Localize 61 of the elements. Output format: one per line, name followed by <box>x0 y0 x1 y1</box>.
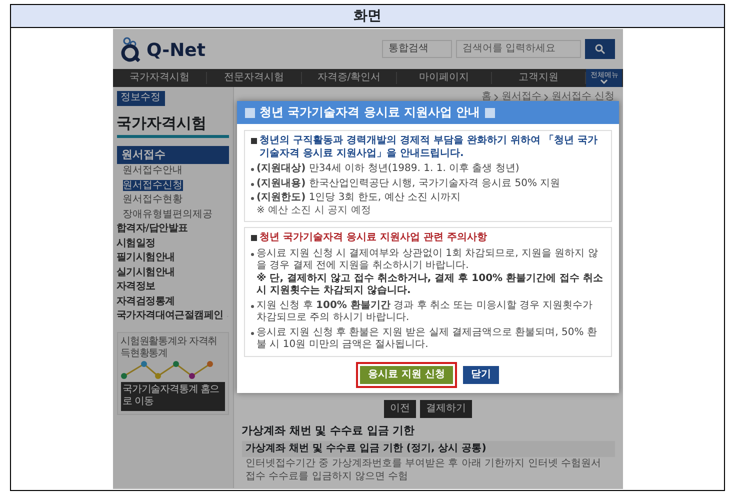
search-field[interactable]: 검색어를 입력하세요 <box>456 40 580 58</box>
table-header: 화면 <box>11 5 724 28</box>
search-button[interactable] <box>584 39 614 59</box>
nav-menu-item[interactable]: 전문자격시험 <box>207 72 302 84</box>
notice-item: (지원내용) 한국산업인력공단 시행, 국가기술자격 응시료 50% 지원 <box>256 178 560 190</box>
sidebar-menu-item[interactable]: 자격정보 <box>116 281 156 294</box>
bullet-icon <box>250 168 254 171</box>
bullet-icon <box>250 332 254 334</box>
nav-menu-item[interactable]: 자격증/확인서 <box>302 72 397 84</box>
chevron-down-icon <box>600 79 608 84</box>
square-icon <box>485 108 496 118</box>
breadcrumb-item[interactable]: 원서접수 신청 <box>551 91 614 104</box>
notice-item: 응시료 지원 신청 후 환불은 지원 받은 실제 결제금액으로 환불되며, 50% 환불 시 10원 미만의 금액은 절사됩니다. <box>256 326 598 352</box>
section-heading: 가상계좌 채번 및 수수료 입금 기한 <box>242 424 416 438</box>
notice-note: ※ 예산 소진 시 공지 예정 <box>256 204 372 217</box>
logo-icon <box>120 36 142 62</box>
notice-note: ※ 단, 결제하지 않고 접수 취소하거나, 결제 후 100% 환불기간에 접수 취소 시 지원횟수는 차감되지 않습니다. <box>256 272 604 298</box>
sidebar-menu-item[interactable]: 합격자/답안발표 <box>116 223 188 236</box>
bullet-icon <box>250 182 254 186</box>
sidebar-menu-item[interactable]: 필기시험안내 <box>116 252 175 264</box>
search-icon <box>594 44 604 54</box>
sidebar-title: 국가자격시험 <box>116 114 228 138</box>
apply-button[interactable]: 응시료 지원 신청 <box>360 366 453 384</box>
sidebar-menu-item[interactable]: 실기시험안내 <box>116 266 175 279</box>
sidebar-link[interactable]: 원서접수현황 <box>122 194 182 205</box>
notice-heading: 청년 국가기술자격 응시료 지원사업 관련 주의사항 <box>260 232 487 244</box>
edit-info-button[interactable]: 정보수정 <box>116 91 164 106</box>
nav-menu-item[interactable]: 마이페이지 <box>396 72 492 84</box>
bullet-icon <box>250 304 254 308</box>
sidebar-menu-item[interactable]: 시험일정 <box>116 238 156 250</box>
notice-item: 응시료 지원 신청 시 결제여부와 상관없이 1회 차감되므로, 지원을 원하지 않을 경우 결제 전에 지원을 취소하시기 바랍니다. <box>256 248 599 272</box>
chevron-right-icon <box>494 94 498 101</box>
nav-menu-item[interactable]: 국가자격시험 <box>112 72 208 84</box>
sidebar-link[interactable]: 원서접수안내 <box>122 165 182 176</box>
notice-item: (지원대상) 만34세 이하 청년(1989. 1. 1. 이후 출생 청년) <box>256 163 520 176</box>
search-scope-dropdown[interactable]: 통합검색 <box>382 40 452 58</box>
page-button[interactable]: 이전 <box>384 400 416 418</box>
bullet-icon <box>250 252 254 256</box>
chevron-right-icon <box>544 94 548 101</box>
sidebar-menu-item[interactable]: 자격검정통계 <box>116 296 175 308</box>
notice-heading: 청년의 구직활동과 경력개발의 경제적 부담을 완화하기 위하여 「청년 국가기술자격 응시료 지원사업」을 안내드립니다. <box>260 135 598 160</box>
page-button[interactable]: 결제하기 <box>420 400 472 418</box>
bullet-icon <box>250 235 256 241</box>
modal-title: 청년 국가기술자격 응시료 지원사업 안내 <box>260 105 480 120</box>
close-button[interactable]: 닫기 <box>462 366 499 384</box>
sidebar-link[interactable]: 장애유형별편의제공 <box>122 208 212 220</box>
bullet-icon <box>250 138 256 144</box>
stats-home-link[interactable]: 국가기술자격통계 홈으로 이동 <box>120 382 224 410</box>
subsection-heading: 가상계좌 채번 및 수수료 입금 기한 (정기, 상시 공통) <box>242 440 614 458</box>
body-text: 인터넷접수기간 중 가상계좌번호를 부여받은 후 아래 기한까지 인터넷 수험원서 접수 수수료를 입금하지 않으면 수험 <box>244 457 602 484</box>
bullet-icon <box>250 197 254 200</box>
sidebar-menu-item[interactable]: 국가자격대여근절캠페인 <box>116 310 224 322</box>
sidebar-section-header[interactable]: 원서접수 <box>116 146 228 164</box>
notice-item: (지원한도) 1인당 3회 한도, 예산 소진 시까지 <box>256 192 461 204</box>
widget-caption: 시험원활통계와 자격취득현황통계 <box>120 336 218 360</box>
notice-item: 지원 신청 후 100% 환불기간 경과 후 취소 또는 미응시할 경우 지원횟수가 차감되므로 주의 하시기 바랍니다. <box>256 300 594 324</box>
sidebar-link[interactable]: 원서접수신청 <box>122 180 182 190</box>
square-icon <box>244 108 254 118</box>
breadcrumb-item[interactable]: 원서접수 <box>501 91 542 104</box>
logo-text[interactable]: Q-Net <box>146 40 206 62</box>
breadcrumb-item[interactable]: 홈 <box>481 91 492 104</box>
